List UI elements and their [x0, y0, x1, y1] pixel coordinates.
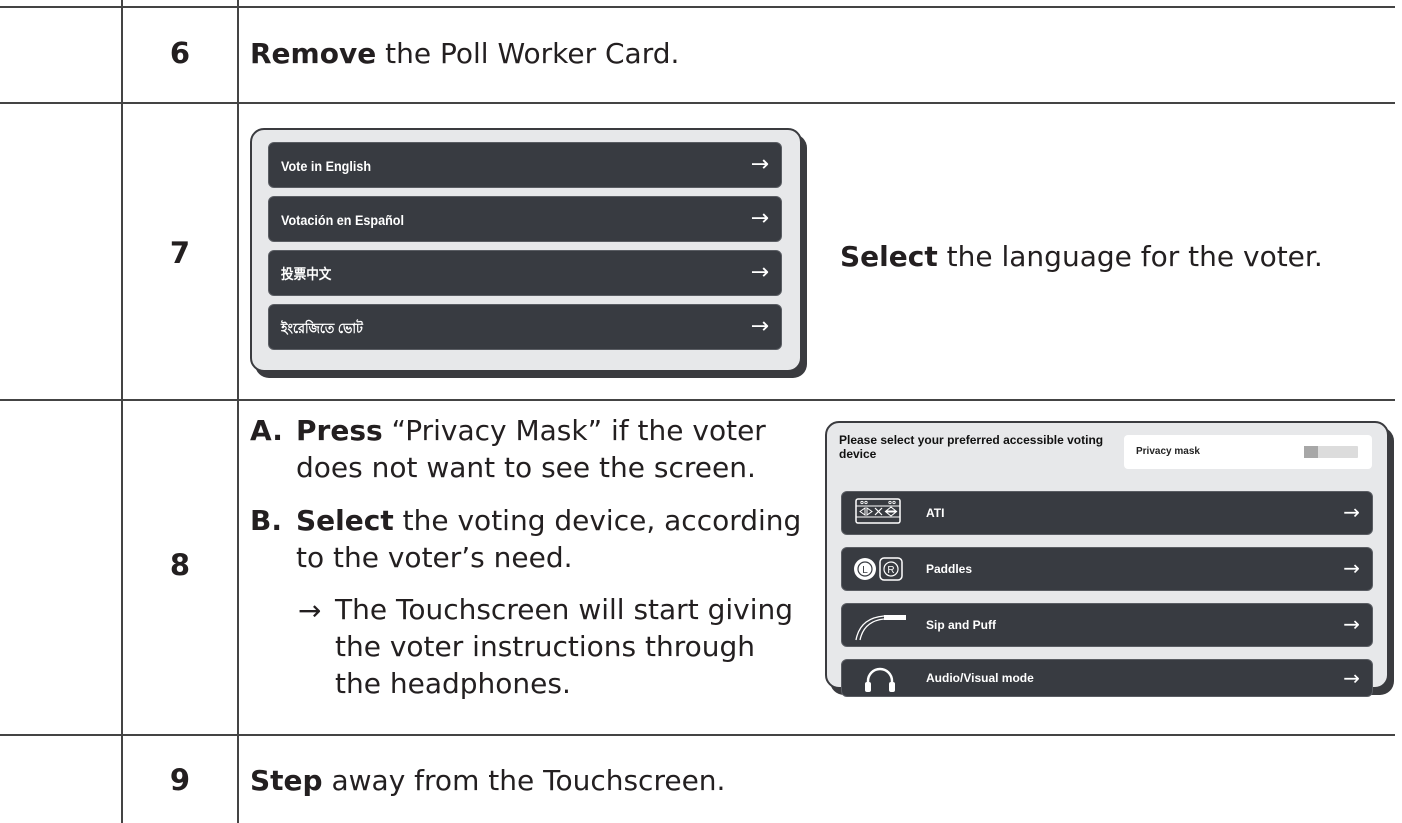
svg-text:R: R	[887, 565, 894, 576]
toggle-knob	[1304, 446, 1318, 458]
step-8-result-line2: the voter instructions through	[335, 630, 756, 663]
arrow-right-icon: →	[750, 152, 769, 177]
step-8a-rest: “Privacy Mask” if the voter	[382, 414, 766, 447]
paddles-button[interactable]: L R Paddles →	[841, 547, 1373, 591]
step-9-rest: away from the Touchscreen.	[322, 764, 726, 797]
step-8-result-line3: the headphones.	[335, 667, 571, 700]
result-arrow-icon: →	[298, 594, 322, 627]
button-label: Paddles	[926, 562, 973, 576]
step-9-instruction: Step away from the Touchscreen.	[250, 764, 725, 798]
step-number-8: 8	[169, 548, 191, 582]
arrow-right-icon: →	[1343, 666, 1360, 690]
vote-bengali-button[interactable]: ইংরেজিতে ভোট →	[268, 304, 782, 350]
step-6-rest: the Poll Worker Card.	[376, 37, 680, 70]
ati-button[interactable]: ATI →	[841, 491, 1373, 535]
svg-text:L: L	[862, 565, 868, 576]
column-divider-left	[121, 0, 123, 823]
privacy-mask-control[interactable]: Privacy mask	[1124, 435, 1372, 469]
step-8b-verb: Select	[296, 504, 394, 537]
device-screen-header: Please select your preferred accessible …	[839, 433, 1104, 461]
arrow-right-icon: →	[1343, 612, 1360, 636]
headphones-icon	[865, 667, 895, 692]
button-label: Audio/Visual mode	[926, 671, 1034, 685]
language-selection-screen: Vote in English → Votación en Español → …	[250, 128, 802, 372]
step-8a-verb: Press	[296, 414, 383, 447]
button-label: 投票中文	[281, 266, 332, 282]
step-number-6: 6	[169, 36, 191, 70]
vote-spanish-button[interactable]: Votación en Español →	[268, 196, 782, 242]
row-divider-top	[0, 6, 1395, 8]
step-8b-line2: to the voter’s need.	[296, 541, 573, 574]
button-label: Vote in English	[281, 158, 372, 174]
audio-visual-mode-button[interactable]: Audio/Visual mode →	[841, 659, 1373, 697]
step-7-rest: the language for the voter.	[937, 240, 1323, 273]
row-divider-7-8	[0, 399, 1395, 401]
column-divider-right	[237, 0, 239, 823]
device-selection-screen: Please select your preferred accessible …	[825, 421, 1389, 697]
step-8a-line1: Press “Privacy Mask” if the voter	[296, 414, 766, 448]
vote-chinese-button[interactable]: 投票中文 →	[268, 250, 782, 296]
step-9-verb: Step	[250, 764, 323, 797]
step-6-instruction: Remove the Poll Worker Card.	[250, 37, 679, 71]
button-label: Sip and Puff	[926, 618, 996, 632]
ati-keypad-icon	[855, 498, 901, 524]
step-7-instruction: Select the language for the voter.	[840, 240, 1323, 274]
step-6-verb: Remove	[250, 37, 377, 70]
arrow-right-icon: →	[750, 314, 769, 339]
step-number-7: 7	[169, 236, 191, 270]
arrow-right-icon: →	[750, 260, 769, 285]
step-8b-marker: B.	[250, 504, 282, 537]
button-label: ATI	[926, 506, 945, 520]
vote-english-button[interactable]: Vote in English →	[268, 142, 782, 188]
step-8b-line1: Select the voting device, according	[296, 504, 801, 538]
step-8a-marker: A.	[250, 414, 283, 447]
sip-and-puff-button[interactable]: Sip and Puff →	[841, 603, 1373, 647]
arrow-right-icon: →	[1343, 500, 1360, 524]
paddles-icon: L R	[854, 557, 903, 581]
arrow-right-icon: →	[750, 206, 769, 231]
arrow-right-icon: →	[1343, 556, 1360, 580]
step-number-9: 9	[169, 763, 191, 797]
row-divider-6-7	[0, 102, 1395, 104]
privacy-mask-toggle[interactable]	[1304, 446, 1358, 458]
sip-puff-icon	[855, 615, 906, 641]
privacy-mask-label: Privacy mask	[1136, 446, 1200, 457]
row-divider-8-9	[0, 734, 1395, 736]
step-8a-line2: does not want to see the screen.	[296, 451, 756, 484]
button-label: Votación en Español	[281, 212, 404, 228]
step-8-result-line1: The Touchscreen will start giving	[335, 593, 793, 626]
step-7-verb: Select	[840, 240, 938, 273]
button-label: ইংরেজিতে ভোট	[281, 320, 363, 336]
step-8b-rest: the voting device, according	[393, 504, 802, 537]
